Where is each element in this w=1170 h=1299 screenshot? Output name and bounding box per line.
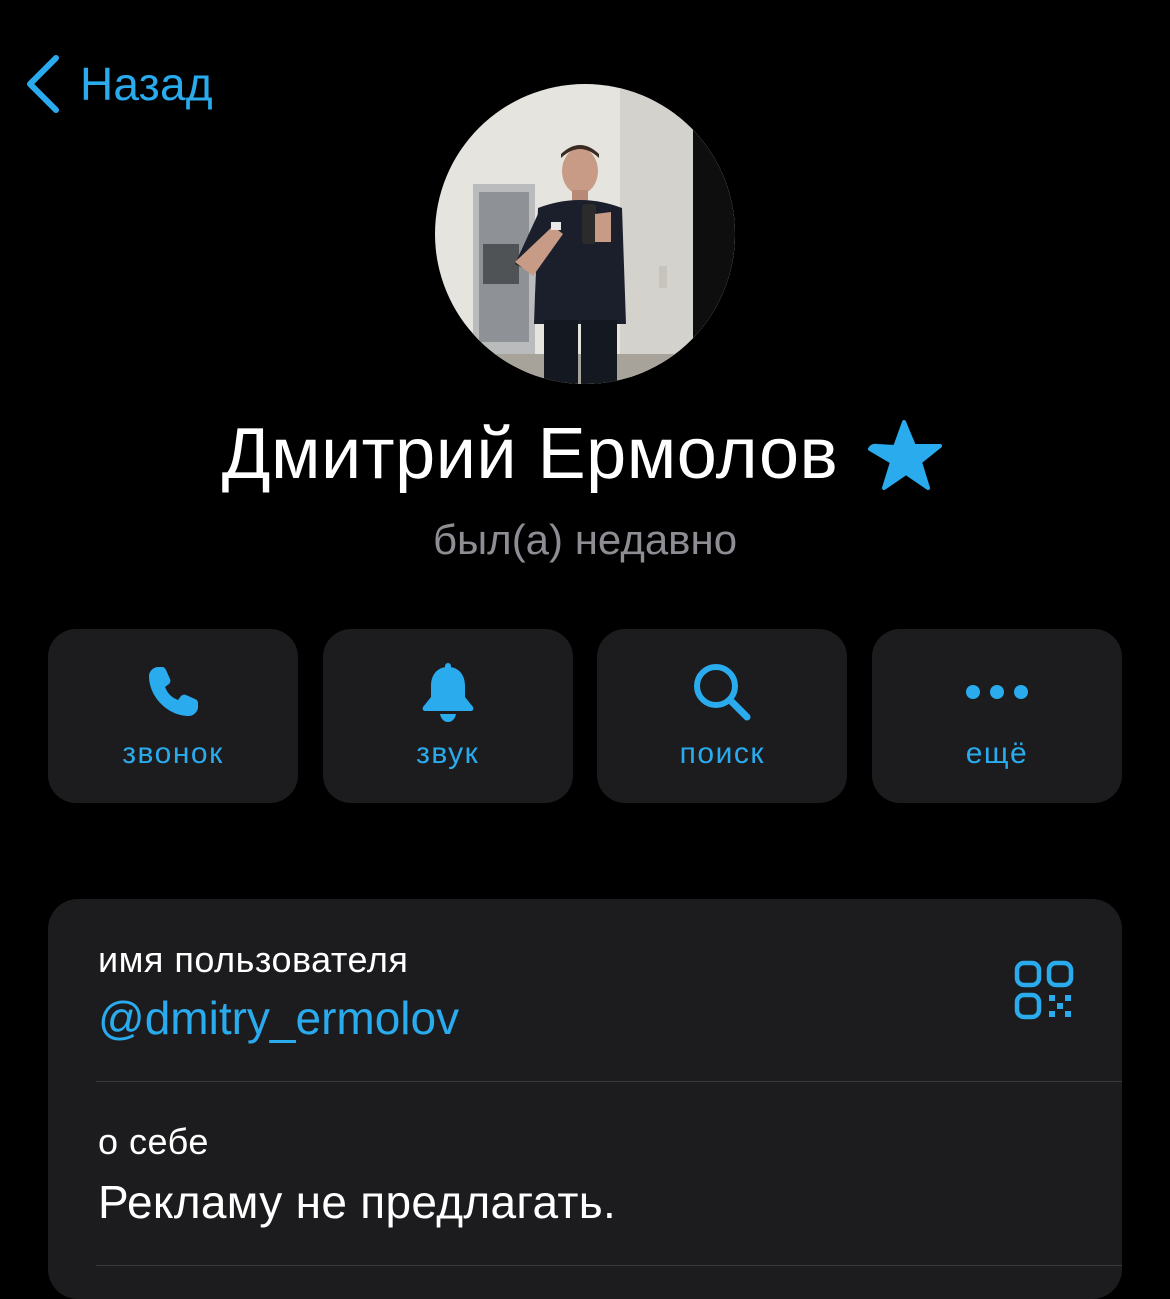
- qr-code-icon: [1014, 960, 1074, 1020]
- profile-status: был(а) недавно: [432, 516, 738, 563]
- mute-button[interactable]: звук: [322, 629, 573, 803]
- avatar-photo: [435, 84, 735, 384]
- username-value[interactable]: @dmitry_ermolov: [98, 991, 459, 1045]
- more-button-label: ещё: [965, 737, 1029, 770]
- call-button[interactable]: звонок: [48, 629, 298, 803]
- back-button[interactable]: Назад: [22, 52, 213, 116]
- qr-code-button[interactable]: [1014, 960, 1074, 1025]
- chevron-left-icon: [27, 55, 59, 113]
- call-button-label: звонок: [122, 737, 224, 770]
- more-button[interactable]: ещё: [871, 629, 1122, 803]
- username-label: имя пользователя: [98, 939, 409, 980]
- info-card: имя пользователя @dmitry_ermolov о себе …: [48, 899, 1122, 1299]
- profile-name-row: Дмитрий Ермолов: [0, 412, 1170, 496]
- profile-name: Дмитрий Ермолов: [221, 414, 839, 494]
- star-badge-icon[interactable]: [864, 416, 948, 496]
- bio-label: о себе: [98, 1121, 209, 1162]
- avatar[interactable]: [435, 84, 735, 384]
- phone-icon: [149, 667, 198, 716]
- search-button[interactable]: поиск: [597, 629, 848, 803]
- search-icon: [694, 664, 751, 721]
- action-bar: звонок звук поиск ещё: [48, 629, 1122, 803]
- bell-icon: [422, 663, 474, 722]
- search-button-label: поиск: [679, 737, 765, 770]
- mute-button-label: звук: [416, 737, 480, 770]
- bio-value: Рекламу не предлагать.: [98, 1176, 617, 1228]
- more-icon: [965, 685, 1028, 699]
- back-label: Назад: [80, 58, 213, 110]
- info-divider: [96, 1081, 1122, 1082]
